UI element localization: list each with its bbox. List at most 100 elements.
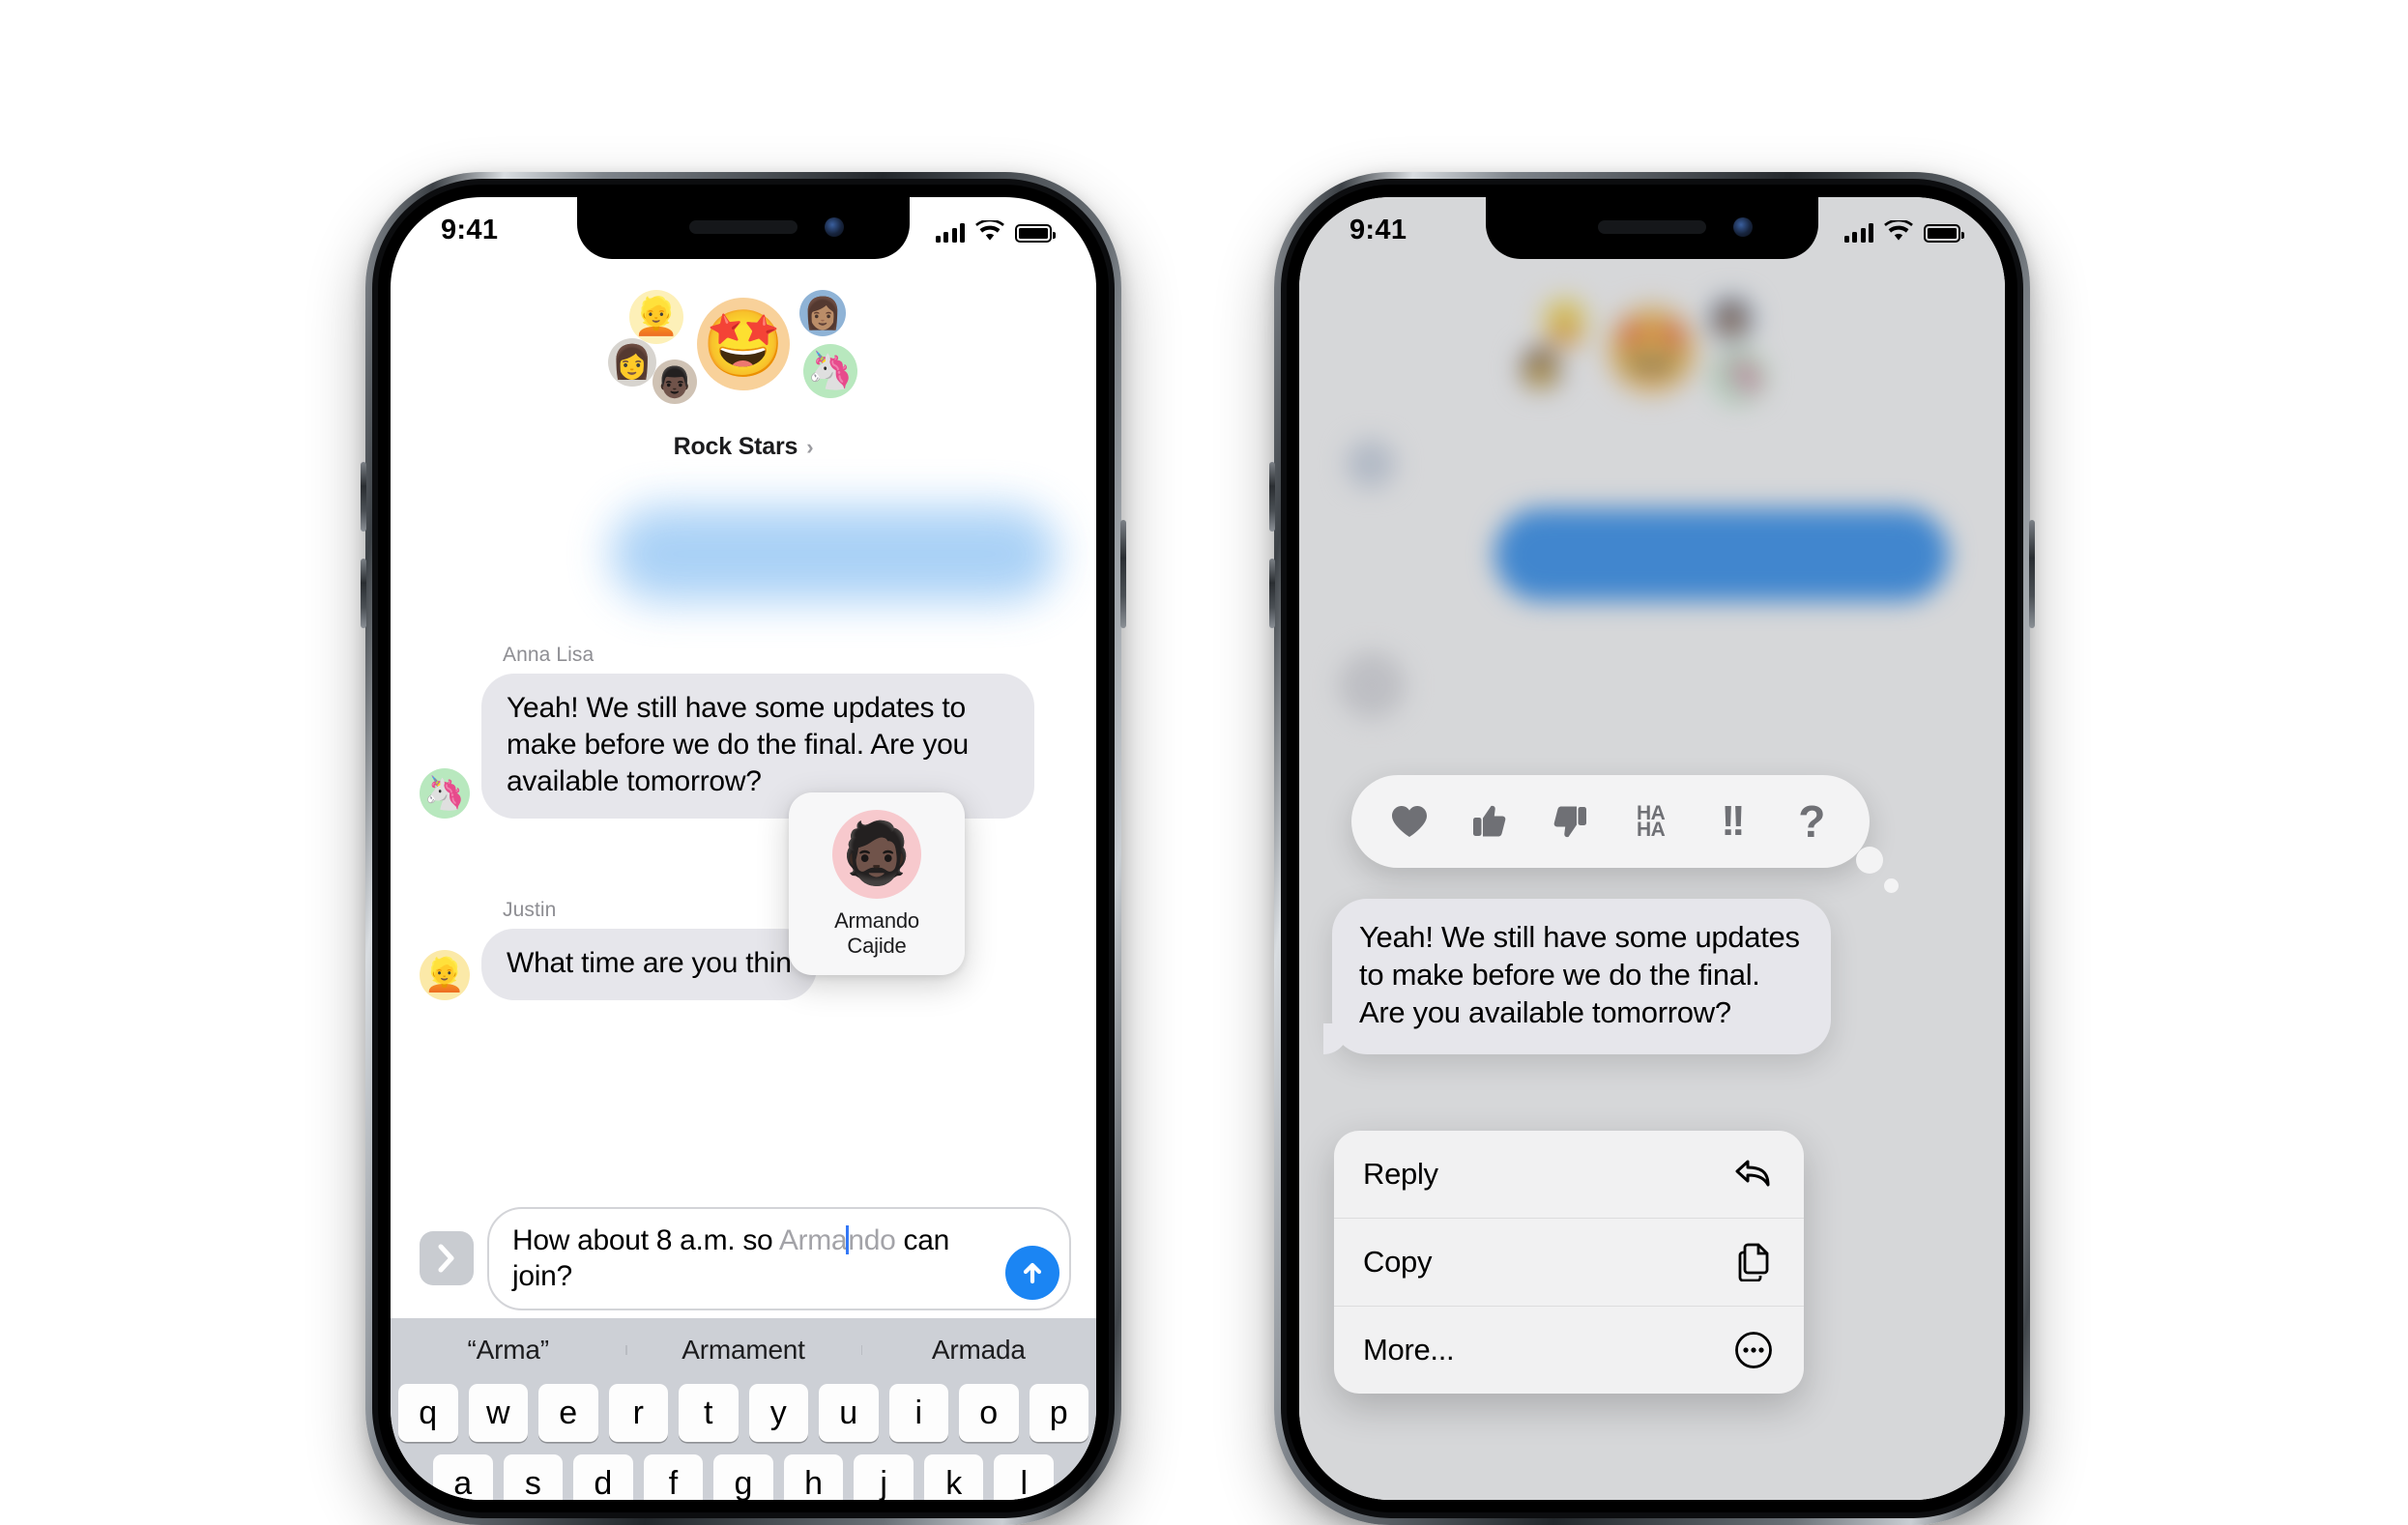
tapback-exclamation[interactable]: !! — [1701, 791, 1761, 851]
key-h[interactable]: h — [783, 1454, 844, 1500]
avatar-woman-photo: 👩🏽 — [799, 290, 846, 336]
left-phone-screen: 9:41 👱 👩 👨🏿 🤩 👩🏽 🦄 Rock Stars › 🦄 Anna L… — [391, 197, 1096, 1500]
left-phone-power-button[interactable] — [1120, 520, 1126, 628]
group-name: Rock Stars — [673, 433, 798, 460]
right-phone: 👱 👩 🤩 👩🏽 🦄 9:41 HA HA !! ? Yeah! We stil… — [1269, 172, 2035, 1525]
cellular-bars-icon — [1843, 221, 1873, 243]
key-p[interactable]: p — [1029, 1384, 1088, 1442]
message-input-field[interactable]: How about 8 a.m. so Armando can join? — [487, 1206, 1071, 1310]
left-phone-volume-down-button[interactable] — [361, 559, 366, 628]
prediction-1[interactable]: Armament — [625, 1335, 860, 1366]
message-sender-name: Justin — [503, 899, 557, 921]
key-g[interactable]: g — [713, 1454, 773, 1500]
earpiece-speaker — [689, 220, 798, 234]
tapback-thumbs-down[interactable] — [1540, 791, 1600, 851]
key-k[interactable]: k — [923, 1454, 984, 1500]
context-menu-label: Copy — [1363, 1245, 1433, 1279]
tapback-haha[interactable]: HA HA — [1621, 791, 1681, 851]
key-o[interactable]: o — [959, 1384, 1019, 1442]
notch — [577, 197, 910, 259]
blurred-outgoing-bubble — [611, 506, 1058, 601]
send-arrow-up-icon[interactable] — [1005, 1246, 1059, 1300]
group-name-row[interactable]: Rock Stars › — [391, 433, 1096, 461]
wifi-icon — [975, 220, 1004, 241]
message-row-justin: 👱 Justin What time are you thin — [420, 899, 817, 1001]
tapback-thumbs-up[interactable] — [1460, 791, 1520, 851]
prediction-0[interactable]: “Arma” — [391, 1335, 625, 1366]
battery-icon — [1015, 224, 1056, 243]
key-d[interactable]: d — [573, 1454, 633, 1500]
ellipsis-circle-icon — [1732, 1329, 1775, 1371]
message-sender-name: Anna Lisa — [503, 644, 595, 666]
left-phone: 9:41 👱 👩 👨🏿 🤩 👩🏽 🦄 Rock Stars › 🦄 Anna L… — [361, 172, 1126, 1525]
key-i[interactable]: i — [888, 1384, 948, 1442]
context-menu-item-reply[interactable]: Reply — [1334, 1131, 1804, 1218]
key-f[interactable]: f — [643, 1454, 704, 1500]
chevron-right-icon: › — [806, 434, 814, 459]
front-camera-icon — [825, 217, 844, 237]
avatar-woman-memoji: 👩 — [608, 338, 656, 387]
earpiece-speaker — [1598, 220, 1706, 234]
avatar-unicorn-memoji: 🦄 — [420, 768, 470, 820]
tapback-reaction-bar: HA HA !! ? — [1351, 775, 1899, 893]
front-camera-icon — [1733, 217, 1753, 237]
status-indicators — [1843, 217, 1964, 243]
screenshot-stage: 9:41 👱 👩 👨🏿 🤩 👩🏽 🦄 Rock Stars › 🦄 Anna L… — [0, 0, 2408, 1525]
key-l[interactable]: l — [994, 1454, 1055, 1500]
tapback-question[interactable]: ? — [1782, 791, 1842, 851]
status-clock: 9:41 — [1349, 215, 1407, 245]
key-w[interactable]: w — [468, 1384, 528, 1442]
key-s[interactable]: s — [503, 1454, 564, 1500]
group-header[interactable]: 👱 👩 👨🏿 🤩 👩🏽 🦄 Rock Stars › — [391, 284, 1096, 461]
status-clock: 9:41 — [441, 215, 499, 245]
message-bubble[interactable]: What time are you thin — [481, 929, 817, 1001]
key-u[interactable]: u — [819, 1384, 879, 1442]
group-avatars: 👱 👩 👨🏿 🤩 👩🏽 🦄 — [391, 284, 1096, 429]
key-j[interactable]: j — [854, 1454, 914, 1500]
tapback-pointer-dot-small — [1884, 878, 1899, 893]
onscreen-keyboard: “Arma” Armament Armada q w e r t y u i o… — [391, 1318, 1096, 1500]
key-a[interactable]: a — [432, 1454, 493, 1500]
mention-last-name: Cajide — [847, 934, 907, 959]
tapback-heart[interactable] — [1379, 791, 1439, 851]
avatar-armando-memoji: 🧔🏿 — [832, 810, 921, 899]
message-input-bar: How about 8 a.m. so Armando can join? — [420, 1206, 1071, 1310]
key-r[interactable]: r — [608, 1384, 668, 1442]
mention-suggestion-popup[interactable]: 🧔🏿 Armando Cajide — [789, 792, 965, 975]
avatar-blonde-memoji: 👱 — [420, 950, 470, 1001]
context-menu-item-copy[interactable]: Copy — [1334, 1218, 1804, 1306]
focused-message-bubble[interactable]: Yeah! We still have some updates to make… — [1323, 899, 1831, 1055]
avatar-blonde-memoji: 👱 — [629, 290, 683, 344]
battery-icon — [1924, 224, 1964, 243]
keyboard-row-1: q w e r t y u i o p — [391, 1384, 1096, 1442]
avatar-star-struck-emoji: 🤩 — [697, 298, 790, 390]
notch — [1486, 197, 1818, 259]
avatar-unicorn-memoji: 🦄 — [803, 344, 857, 398]
copy-documents-icon — [1732, 1241, 1775, 1283]
tapback-pointer-dot-large — [1856, 847, 1883, 874]
context-menu-item-more[interactable]: More... — [1334, 1306, 1804, 1394]
context-menu: Reply Copy More... — [1334, 1131, 1804, 1394]
input-ghost-head: Arma — [778, 1223, 848, 1256]
wifi-icon — [1884, 220, 1913, 241]
right-phone-power-button[interactable] — [2029, 520, 2035, 628]
status-indicators — [935, 217, 1056, 243]
key-e[interactable]: e — [538, 1384, 598, 1442]
prediction-bar: “Arma” Armament Armada — [391, 1318, 1096, 1382]
prediction-2[interactable]: Armada — [860, 1335, 1096, 1366]
avatar-curly-memoji: 👨🏿 — [653, 360, 697, 404]
context-menu-label: Reply — [1363, 1157, 1438, 1191]
right-phone-volume-up-button[interactable] — [1269, 462, 1275, 532]
reply-arrow-icon — [1732, 1153, 1775, 1195]
key-t[interactable]: t — [679, 1384, 739, 1442]
cellular-bars-icon — [935, 221, 965, 243]
left-phone-volume-up-button[interactable] — [361, 462, 366, 532]
chevron-right-icon[interactable] — [420, 1231, 474, 1286]
input-ghost-tail: ndo — [848, 1223, 896, 1256]
right-phone-volume-down-button[interactable] — [1269, 559, 1275, 628]
key-y[interactable]: y — [748, 1384, 808, 1442]
key-q[interactable]: q — [398, 1384, 458, 1442]
right-phone-screen: 👱 👩 🤩 👩🏽 🦄 9:41 HA HA !! ? Yeah! We stil… — [1299, 197, 2005, 1500]
keyboard-row-2: a s d f g h j k l — [391, 1454, 1096, 1500]
context-menu-label: More... — [1363, 1333, 1455, 1367]
